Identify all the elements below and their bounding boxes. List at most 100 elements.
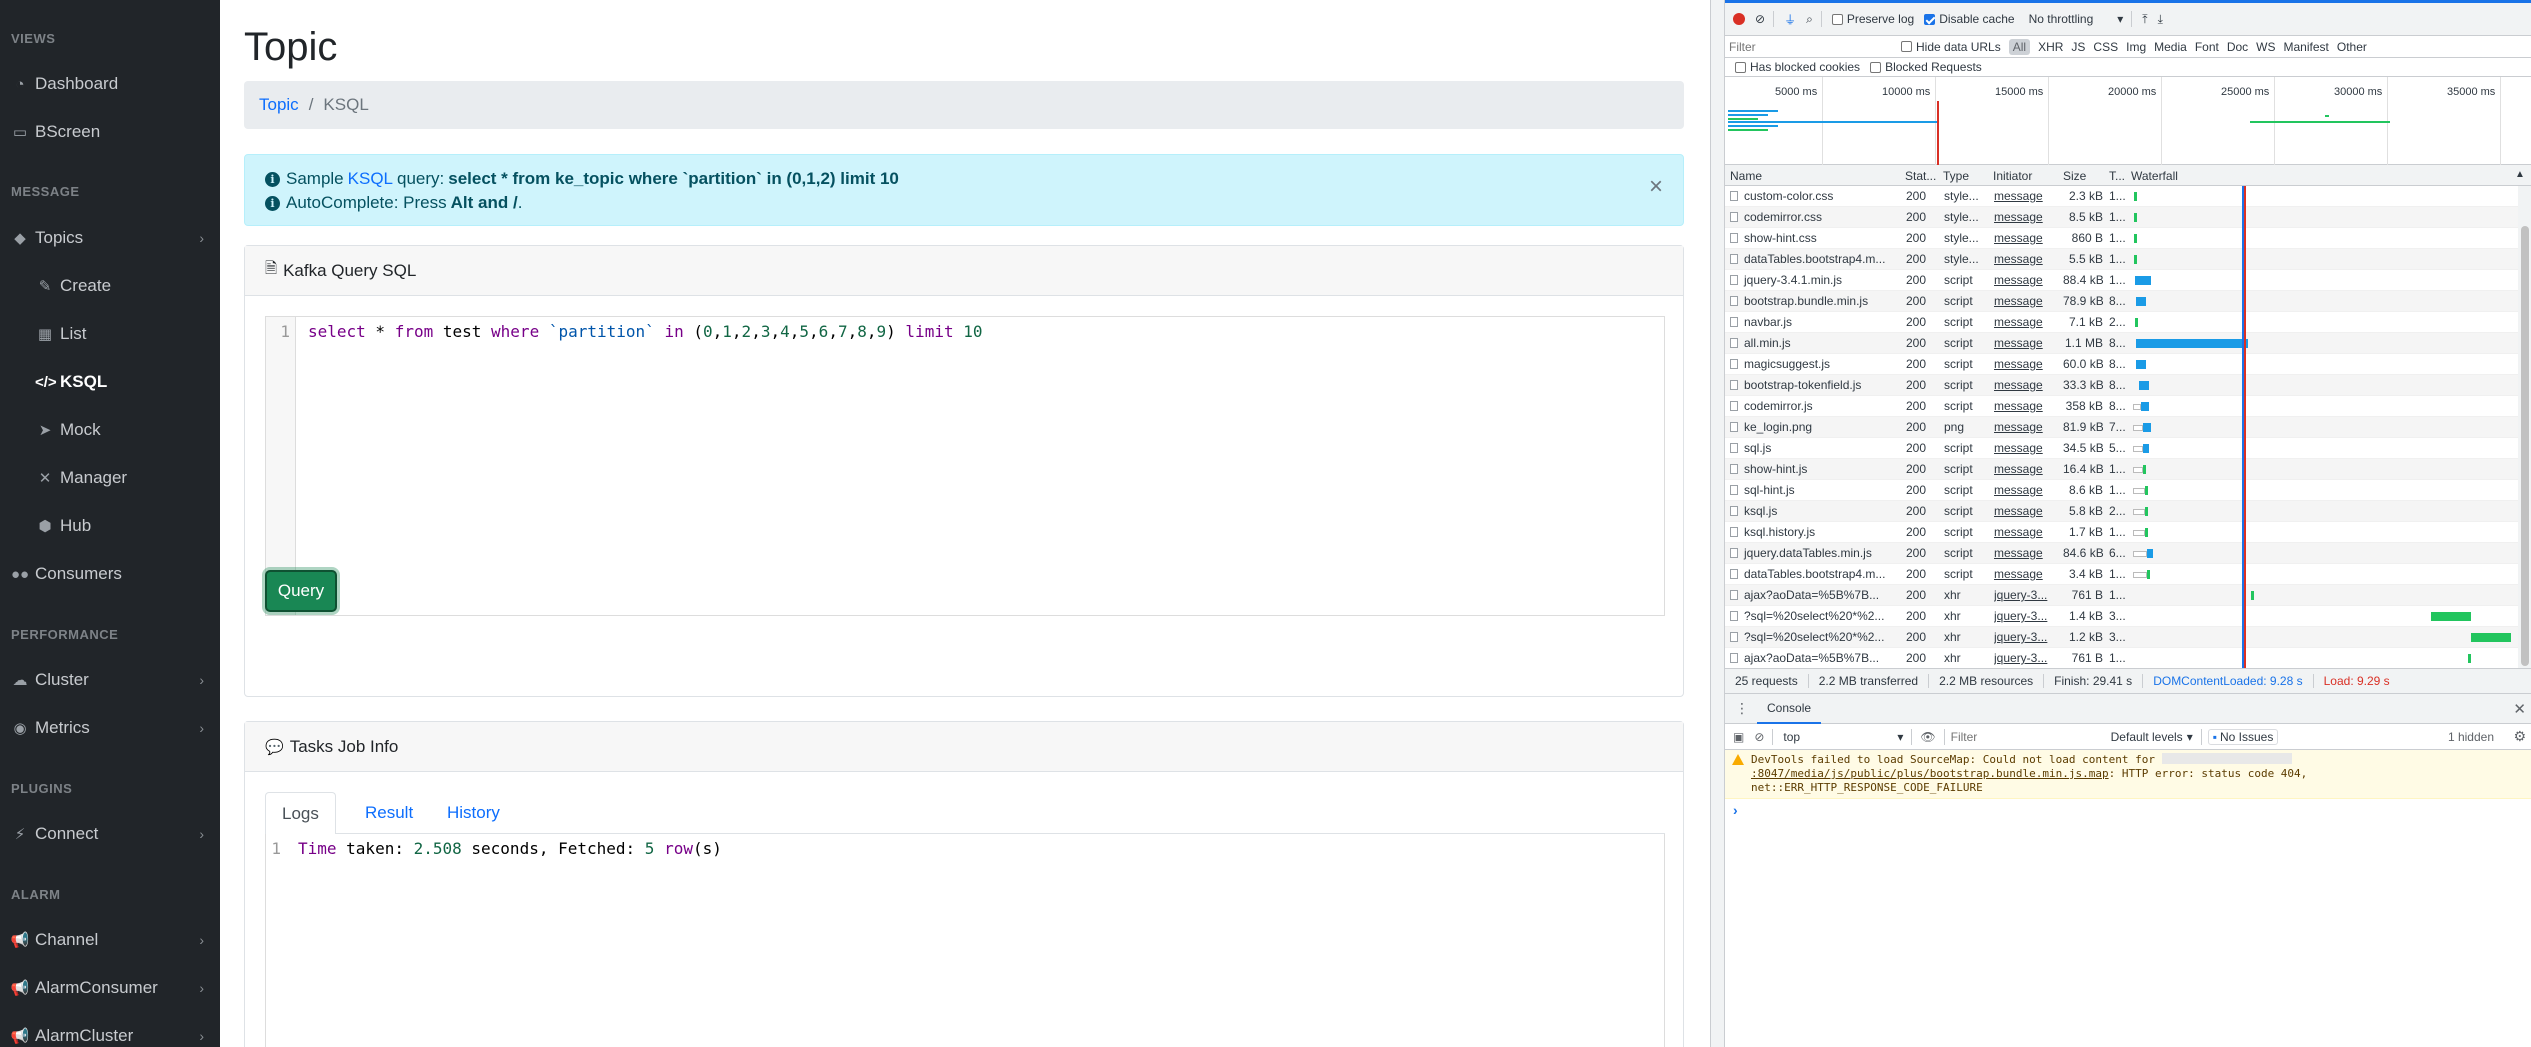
request-initiator[interactable]: jquery-3... [1994, 630, 2056, 644]
request-initiator[interactable]: message [1994, 546, 2056, 560]
breadcrumb-link-topic[interactable]: Topic [259, 95, 299, 115]
table-row[interactable]: navbar.js 200 script message 7.1 kB 2... [1725, 312, 2518, 333]
request-initiator[interactable]: message [1994, 483, 2056, 497]
table-row[interactable]: sql.js 200 script message 34.5 kB 5... [1725, 438, 2518, 459]
sidebar-toggle-icon[interactable]: ▣ [1733, 730, 1744, 744]
request-initiator[interactable]: message [1994, 378, 2056, 392]
table-row[interactable]: ajax?aoData=%5B%7B... 200 xhr jquery-3... 76… [1725, 648, 2518, 668]
sidebar-item-list[interactable]: ▦ List [0, 314, 220, 354]
more-vert-icon[interactable]: ⋮ [1735, 700, 1749, 717]
table-row[interactable]: bootstrap.bundle.min.js 200 script message 7… [1725, 291, 2518, 312]
type-filter-other[interactable]: Other [2337, 40, 2367, 54]
sidebar-item-metrics[interactable]: ◉ Metrics › [0, 708, 220, 748]
type-filter-css[interactable]: CSS [2093, 40, 2118, 54]
hide-data-urls-checkbox[interactable]: Hide data URLs [1901, 40, 2001, 54]
blocked-requests-checkbox[interactable]: Blocked Requests [1870, 60, 1982, 74]
request-initiator[interactable]: message [1994, 231, 2056, 245]
sql-code[interactable]: select * from test where `partition` in … [308, 322, 983, 341]
sidebar-item-topics[interactable]: ◆ Topics › [0, 218, 220, 258]
timeline-overview[interactable]: 5000 ms 10000 ms 15000 ms 20000 ms 25000… [1725, 77, 2531, 165]
sort-up-icon[interactable]: ▲ [2515, 169, 2525, 180]
request-initiator[interactable]: message [1994, 189, 2056, 203]
table-row[interactable]: dataTables.bootstrap4.m... 200 style... mes… [1725, 249, 2518, 270]
request-initiator[interactable]: jquery-3... [1994, 588, 2056, 602]
record-icon[interactable] [1733, 13, 1745, 25]
sidebar-item-dashboard[interactable]: ◔ Dashboard [0, 64, 220, 104]
table-row[interactable]: jquery-3.4.1.min.js 200 script message 88.4 … [1725, 270, 2518, 291]
table-row[interactable]: jquery.dataTables.min.js 200 script message… [1725, 543, 2518, 564]
clear-icon[interactable]: ⊘ [1754, 730, 1764, 744]
network-filter-input[interactable] [1729, 37, 1891, 56]
column-header-initiator[interactable]: Initiator [1993, 169, 2032, 183]
table-row[interactable]: show-hint.js 200 script message 16.4 kB 1... [1725, 459, 2518, 480]
column-header-waterfall[interactable]: Waterfall [2131, 169, 2178, 183]
table-row[interactable]: ke_login.png 200 png message 81.9 kB 7... [1725, 417, 2518, 438]
request-initiator[interactable]: message [1994, 462, 2056, 476]
type-filter-xhr[interactable]: XHR [2038, 40, 2063, 54]
request-initiator[interactable]: message [1994, 294, 2056, 308]
log-levels-select[interactable]: Default levels ▾ [2111, 730, 2193, 744]
type-filter-media[interactable]: Media [2154, 40, 2187, 54]
column-header-status[interactable]: Stat... [1905, 169, 1936, 183]
devtools-splitter[interactable] [1711, 0, 1725, 1047]
type-filter-ws[interactable]: WS [2256, 40, 2275, 54]
close-icon[interactable]: × [1649, 175, 1663, 199]
request-initiator[interactable]: message [1994, 420, 2056, 434]
sidebar-item-consumers[interactable]: ●● Consumers [0, 554, 220, 594]
request-initiator[interactable]: message [1994, 441, 2056, 455]
issues-button[interactable]: ▪ No Issues [2207, 728, 2279, 745]
sourcemap-link[interactable]: :8047/media/js/public/plus/bootstrap.bun… [1751, 767, 2109, 780]
request-initiator[interactable]: message [1994, 315, 2056, 329]
request-initiator[interactable]: message [1994, 399, 2056, 413]
table-row[interactable]: ksql.js 200 script message 5.8 kB 2... [1725, 501, 2518, 522]
table-row[interactable]: ksql.history.js 200 script message 1.7 kB 1..… [1725, 522, 2518, 543]
throttling-select[interactable]: No throttling ▾ [2029, 12, 2124, 26]
disable-cache-checkbox[interactable]: Disable cache [1924, 12, 2015, 26]
request-initiator[interactable]: message [1994, 210, 2056, 224]
column-header-type[interactable]: Type [1943, 169, 1969, 183]
table-row[interactable]: magicsuggest.js 200 script message 60.0 kB 8.… [1725, 354, 2518, 375]
sidebar-item-mock[interactable]: ➤ Mock [0, 410, 220, 450]
preserve-log-checkbox[interactable]: Preserve log [1831, 12, 1914, 26]
sidebar-item-alarm-cluster[interactable]: 📢 AlarmCluster › [0, 1016, 220, 1047]
sidebar-item-create[interactable]: ✎ Create [0, 266, 220, 306]
clear-icon[interactable]: ⊘ [1755, 12, 1765, 26]
scrollbar-thumb[interactable] [2521, 226, 2529, 666]
eye-icon[interactable]: 👁 [1920, 730, 1935, 744]
table-row[interactable]: codemirror.css 200 style... message 8.5 kB 1.… [1725, 207, 2518, 228]
has-blocked-cookies-checkbox[interactable]: Has blocked cookies [1735, 60, 1860, 74]
upload-icon[interactable]: ⤒ [2142, 12, 2147, 27]
request-initiator[interactable]: message [1994, 525, 2056, 539]
sidebar-item-connect[interactable]: ⚡ Connect › [0, 814, 220, 854]
close-icon[interactable]: ✕ [2513, 700, 2526, 718]
type-filter-js[interactable]: JS [2071, 40, 2085, 54]
sidebar-item-channel[interactable]: 📢 Channel › [0, 920, 220, 960]
sidebar-item-cluster[interactable]: ☁ Cluster › [0, 660, 220, 700]
type-filter-doc[interactable]: Doc [2227, 40, 2248, 54]
context-select[interactable]: top ▾ [1783, 730, 1903, 744]
type-filter-manifest[interactable]: Manifest [2284, 40, 2329, 54]
sidebar-item-ksql[interactable]: </> KSQL [0, 362, 220, 402]
filter-icon[interactable]: ⏚ [1784, 11, 1796, 28]
table-row[interactable]: bootstrap-tokenfield.js 200 script message 3… [1725, 375, 2518, 396]
table-row[interactable]: ajax?aoData=%5B%7B... 200 xhr jquery-3... 76… [1725, 585, 2518, 606]
search-icon[interactable]: ⌕ [1806, 12, 1813, 27]
table-row[interactable]: dataTables.bootstrap4.m... 200 script messa… [1725, 564, 2518, 585]
console-filter-input[interactable] [1950, 727, 2101, 746]
sidebar-item-alarm-consumer[interactable]: 📢 AlarmConsumer › [0, 968, 220, 1008]
sidebar-item-bscreen[interactable]: ▭ BScreen [0, 112, 220, 152]
download-icon[interactable]: ⤓ [2158, 12, 2163, 27]
tab-console[interactable]: Console [1757, 694, 1822, 724]
table-row[interactable]: ?sql=%20select%20*%2... 200 xhr jquery-3...… [1725, 606, 2518, 627]
column-header-name[interactable]: Name [1730, 169, 1762, 183]
type-filter-all[interactable]: All [2008, 38, 2031, 55]
table-row[interactable]: ?sql=%20select%20*%2... 200 xhr jquery-3...… [1725, 627, 2518, 648]
type-filter-font[interactable]: Font [2195, 40, 2219, 54]
column-header-time[interactable]: T... [2109, 169, 2125, 183]
tab-result[interactable]: Result [349, 792, 429, 834]
table-row[interactable]: custom-color.css 200 style... message 2.3 kB… [1725, 186, 2518, 207]
gear-icon[interactable]: ⚙ [2513, 728, 2526, 745]
tab-history[interactable]: History [431, 792, 516, 834]
request-initiator[interactable]: message [1994, 357, 2056, 371]
query-button[interactable]: Query [265, 570, 337, 612]
